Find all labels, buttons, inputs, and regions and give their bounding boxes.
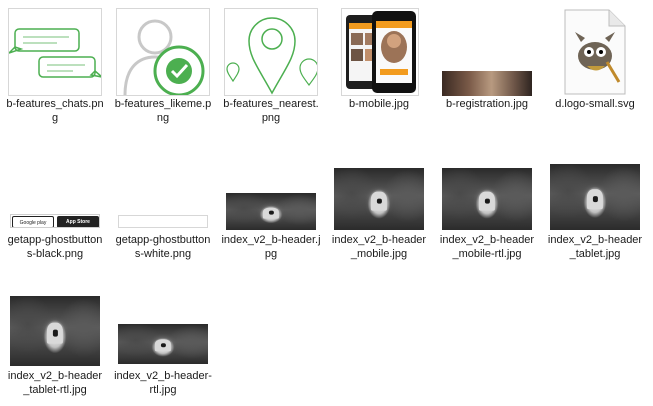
thumbnail [111, 136, 215, 232]
likeme-icon [116, 8, 210, 96]
thumbnail [3, 272, 107, 368]
thumbnail [327, 136, 431, 232]
svg-document-icon [563, 8, 627, 96]
header-photo [334, 168, 424, 230]
app-store-badge: App Store [57, 216, 99, 227]
google-play-badge: Google play [12, 216, 54, 227]
thumbnail [219, 0, 323, 96]
file-name: b-registration.jpg [446, 98, 528, 110]
file-name: b-features_chats.png [6, 98, 104, 124]
thumbnail [111, 272, 215, 368]
thumbnail [435, 136, 539, 232]
file-name: getapp-ghostbuttons-black.png [7, 234, 103, 260]
thumbnail [543, 0, 647, 96]
header-photo [10, 296, 100, 366]
file-name: index_v2_b-header.jpg [221, 234, 321, 260]
banner-photo [442, 71, 532, 96]
file-name: b-mobile.jpg [349, 98, 409, 110]
file-d-logo-small[interactable]: d.logo-small.svg [543, 0, 647, 118]
thumbnail: Google play App Store [3, 136, 107, 232]
thumbnail [543, 136, 647, 232]
file-name: getapp-ghostbuttons-white.png [115, 234, 211, 260]
file-getapp-ghostbuttons-black[interactable]: Google play App Store getapp-ghostbutton… [3, 136, 107, 260]
thumbnail [327, 0, 431, 96]
header-photo [442, 168, 532, 230]
chats-icon [8, 8, 102, 96]
file-index-v2-b-header-mobile-rtl[interactable]: index_v2_b-header_mobile-rtl.jpg [435, 136, 539, 260]
nearest-icon [224, 8, 318, 96]
file-getapp-ghostbuttons-white[interactable]: getapp-ghostbuttons-white.png [111, 136, 215, 260]
file-index-v2-b-header[interactable]: index_v2_b-header.jpg [219, 136, 323, 260]
store-buttons: Google play App Store [10, 214, 100, 228]
file-b-features-chats[interactable]: b-features_chats.png [3, 0, 107, 124]
header-photo [550, 164, 640, 230]
header-photo [226, 193, 316, 230]
white-strip [118, 215, 208, 228]
file-name: b-features_nearest.png [223, 98, 319, 124]
file-index-v2-b-header-tablet[interactable]: index_v2_b-header_tablet.jpg [543, 136, 647, 260]
file-name: index_v2_b-header_mobile.jpg [331, 234, 427, 260]
file-b-registration[interactable]: b-registration.jpg [435, 0, 539, 118]
file-name: d.logo-small.svg [555, 98, 635, 110]
thumbnail [3, 0, 107, 96]
mobile-photo [341, 8, 419, 96]
file-b-mobile[interactable]: b-mobile.jpg [327, 0, 431, 118]
file-b-features-likeme[interactable]: b-features_likeme.png [111, 0, 215, 124]
file-name: b-features_likeme.png [114, 98, 212, 124]
file-name: index_v2_b-header_tablet.jpg [547, 234, 643, 260]
header-photo [118, 324, 208, 364]
thumbnail [435, 0, 539, 96]
file-name: index_v2_b-header-rtl.jpg [114, 370, 212, 396]
file-index-v2-b-header-rtl[interactable]: index_v2_b-header-rtl.jpg [111, 272, 215, 396]
file-b-features-nearest[interactable]: b-features_nearest.png [219, 0, 323, 124]
file-name: index_v2_b-header_mobile-rtl.jpg [439, 234, 535, 260]
file-name: index_v2_b-header_tablet-rtl.jpg [7, 370, 103, 396]
file-index-v2-b-header-tablet-rtl[interactable]: index_v2_b-header_tablet-rtl.jpg [3, 272, 107, 396]
thumbnail [111, 0, 215, 96]
thumbnail [219, 136, 323, 232]
file-index-v2-b-header-mobile[interactable]: index_v2_b-header_mobile.jpg [327, 136, 431, 260]
